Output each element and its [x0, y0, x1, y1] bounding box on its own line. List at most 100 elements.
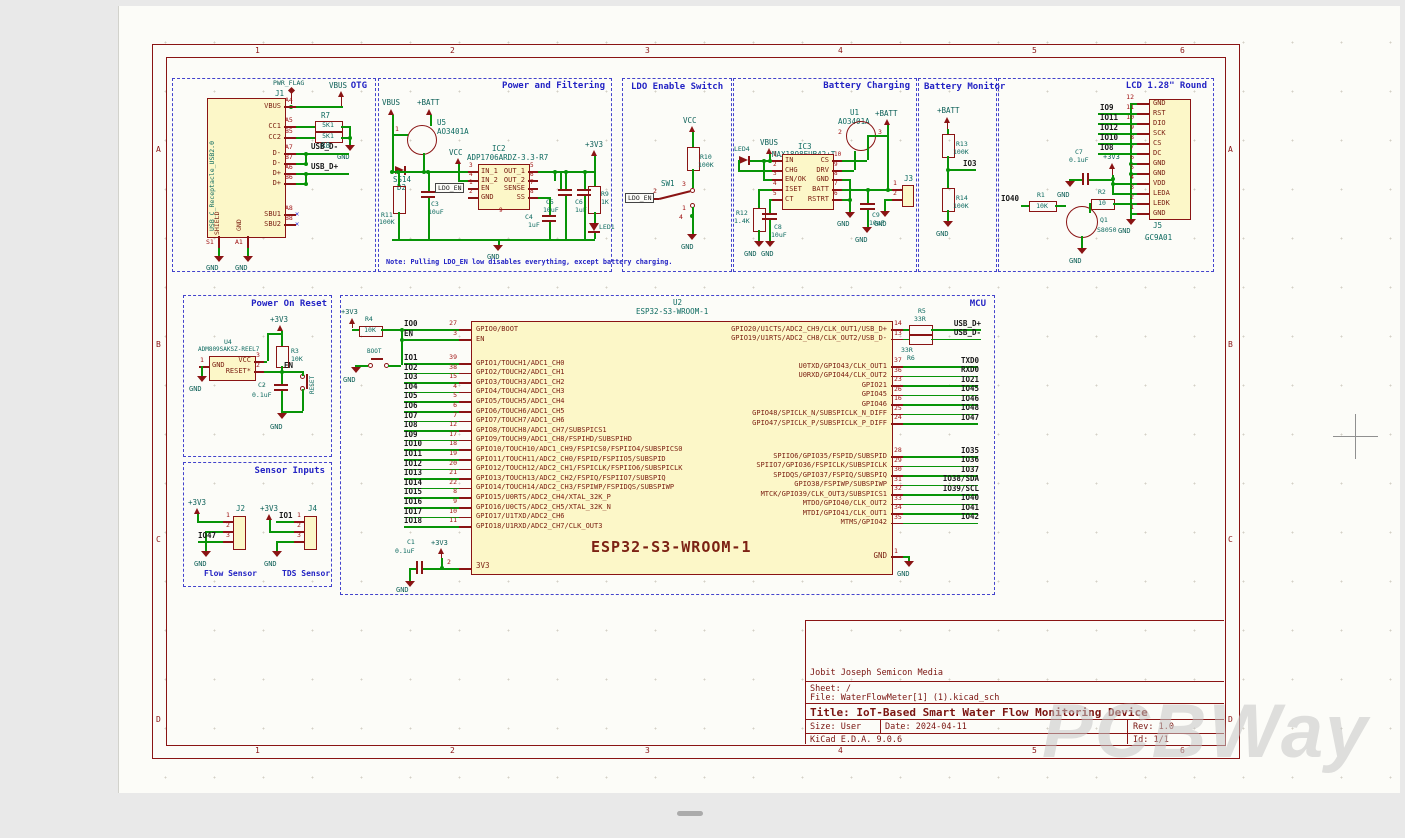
pin-number: 3 — [226, 532, 230, 539]
pin-number: 6 — [437, 402, 457, 409]
column-label: 2 — [450, 746, 455, 755]
pin-number: 22 — [437, 479, 457, 486]
pin-number: B8 — [285, 215, 293, 222]
net-label: USB_D+ — [901, 320, 981, 329]
wire — [404, 526, 459, 528]
column-label: 3 — [645, 46, 650, 55]
pin-name: D- — [235, 159, 281, 167]
pin-number: 7 — [1119, 144, 1134, 151]
ref-r4: R4 — [365, 316, 373, 323]
pin-number: 1 — [1119, 204, 1134, 211]
p3v3-power-label: +3V3 — [188, 499, 206, 508]
wire — [769, 199, 771, 213]
pin-number: 3 — [773, 171, 777, 178]
pin-name: SPIIO6/GPIO35/FSPID/SUBSPID — [641, 452, 887, 460]
pin-stub — [459, 421, 471, 423]
wire — [267, 333, 269, 361]
pin-stub — [528, 197, 538, 199]
tds-sensor-caption: TDS Sensor — [282, 569, 330, 578]
pin-number: 10 — [437, 508, 457, 515]
junction — [553, 170, 557, 174]
gnd-symbol — [754, 241, 764, 247]
rev-field: Rev: 1.0 — [1133, 722, 1174, 732]
pin-name: GPIO5/TOUCH5/ADC1_CH4 — [476, 397, 565, 405]
pin-name: GPIO46 — [641, 400, 887, 408]
net-label: IO0 — [404, 320, 418, 329]
ic2-value: ADP1706ARDZ-3.3-R7 — [467, 154, 548, 163]
wire — [392, 134, 408, 136]
switch-contact — [690, 188, 695, 193]
wire — [849, 179, 851, 212]
net-label: IO37 — [899, 466, 979, 475]
wire — [201, 366, 203, 376]
scrollbar-handle[interactable] — [677, 811, 703, 816]
wire — [758, 189, 772, 191]
pin-name: SENSE — [483, 184, 525, 192]
pin-number: 4 — [679, 214, 683, 221]
ref-r7: R7 — [321, 112, 330, 121]
section-title: Power On Reset — [251, 299, 327, 309]
gnd-label: GND — [1057, 191, 1070, 199]
wire — [269, 531, 294, 533]
net-label: IO13 — [404, 469, 422, 478]
wire — [276, 541, 278, 551]
gnd-symbol — [201, 551, 211, 557]
pin-name: GPIO7/TOUCH7/ADC1_CH6 — [476, 416, 565, 424]
ref-r1: R1 — [1037, 192, 1045, 199]
wire — [1089, 203, 1091, 213]
pad-number: 9 — [499, 208, 503, 215]
pin-name: GPIO1/TOUCH1/ADC1_CH0 — [476, 359, 565, 367]
u2-value: ESP32-S3-WROOM-1 — [636, 308, 708, 317]
gnd-label: GND — [936, 230, 949, 238]
wire — [565, 196, 567, 239]
pin-stub — [468, 197, 478, 199]
pin-name: GPIO19/U1RTS/ADC2_CH8/CLK_OUT2/USB_D- — [641, 334, 887, 342]
pin-name: GND — [787, 175, 829, 183]
gnd-label: GND — [396, 586, 409, 594]
gnd-label: GND — [189, 385, 202, 393]
pin-number: 2 — [838, 129, 842, 136]
kicad-canvas[interactable]: 112233445566AABBCCDD OTG PWR_FLAG VBUS J… — [0, 0, 1405, 838]
net-label: IO39/SCL — [899, 485, 979, 494]
row-label: D — [156, 715, 161, 724]
gnd-label: GND — [874, 220, 887, 228]
company-name: Jobit Joseph Semicon Media — [810, 668, 943, 678]
pin-stub — [247, 236, 249, 248]
pin-number: 2 — [1119, 194, 1134, 201]
gnd-label: GND — [270, 423, 283, 431]
vcc-power-label: VCC — [449, 149, 463, 158]
pin-number: 9 — [834, 162, 838, 169]
ref-j2: J2 — [236, 505, 245, 514]
pin-number: 7 — [530, 180, 534, 187]
pin-number: 6 — [530, 172, 534, 179]
pin-name: LEDK — [1153, 199, 1170, 207]
wire — [276, 541, 294, 543]
wire — [423, 153, 425, 171]
net-label: IO9 — [404, 431, 418, 440]
wire — [594, 171, 596, 186]
pin-name: GPIO47/SPICLK_P/SUBSPICLK_P_DIFF — [641, 419, 887, 427]
block-power-on-reset: Power On Reset +3V3 U4 ADM809SAKSZ-REEL7… — [183, 295, 332, 457]
block-usb-otg: OTG PWR_FLAG VBUS J1 USB_C_Receptacle_US… — [172, 78, 376, 272]
wire — [1081, 236, 1083, 248]
net-usb-dm: USB_D- — [311, 143, 338, 152]
junction — [348, 136, 352, 140]
pin-name: SPIIO7/GPIO36/FSPICLK/SUBSPICLK — [641, 461, 887, 469]
gnd-symbol — [943, 221, 953, 227]
column-label: 6 — [1180, 46, 1185, 55]
pin-stub — [254, 371, 264, 373]
pin-name: GND — [1153, 169, 1166, 177]
pin-number: 2 — [256, 362, 260, 369]
pin-stub — [459, 449, 471, 451]
pin-stub — [1137, 153, 1149, 155]
wire — [392, 115, 394, 172]
pin-number: 6 — [1119, 154, 1134, 161]
section-title: Sensor Inputs — [255, 466, 325, 476]
wire — [398, 212, 400, 239]
pin-number: 11 — [1119, 104, 1134, 111]
pin-name: GPIO20/U1CTS/ADC2_CH9/CLK_OUT1/USB_D+ — [641, 325, 887, 333]
column-label: 2 — [450, 46, 455, 55]
pin-number: 4 — [773, 181, 777, 188]
gnd-symbol — [272, 551, 282, 557]
pin-name: RESET* — [208, 367, 251, 375]
